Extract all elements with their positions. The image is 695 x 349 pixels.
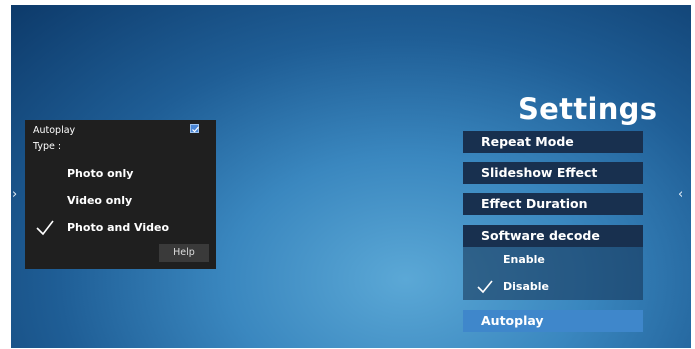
help-button[interactable]: Help: [159, 244, 209, 262]
checkbox-check-icon: [192, 126, 199, 133]
software-decode-submenu: Enable Disable: [463, 247, 643, 300]
display-background: › ‹ Settings Repeat Mode Slideshow Effec…: [11, 5, 691, 348]
type-label: Type :: [33, 141, 62, 152]
option-label: Video only: [67, 194, 133, 207]
page-title: Settings: [518, 92, 658, 126]
submenu-option-enable[interactable]: Enable: [463, 249, 643, 271]
type-option-photo-and-video[interactable]: Photo and Video: [25, 218, 216, 238]
popup-title: Autoplay: [33, 125, 76, 136]
menu-item-slideshow-effect[interactable]: Slideshow Effect: [463, 162, 643, 184]
autoplay-checkbox[interactable]: [190, 124, 199, 133]
type-option-photo-only[interactable]: Photo only: [25, 164, 216, 184]
submenu-option-label: Disable: [503, 280, 549, 293]
option-label: Photo and Video: [67, 221, 170, 234]
checkmark-icon: [36, 220, 54, 236]
option-label: Photo only: [67, 167, 134, 180]
type-option-video-only[interactable]: Video only: [25, 191, 216, 211]
menu-item-autoplay[interactable]: Autoplay: [463, 310, 643, 332]
autoplay-popup: Autoplay Type : Photo only Video only Ph…: [25, 120, 216, 269]
checkmark-icon: [477, 280, 493, 294]
chevron-right-icon[interactable]: ›: [12, 188, 17, 201]
submenu-option-disable[interactable]: Disable: [463, 276, 643, 298]
menu-item-repeat-mode[interactable]: Repeat Mode: [463, 131, 643, 153]
menu-item-effect-duration[interactable]: Effect Duration: [463, 193, 643, 215]
submenu-option-label: Enable: [503, 253, 545, 266]
menu-item-software-decode[interactable]: Software decode: [463, 225, 643, 247]
chevron-left-icon[interactable]: ‹: [678, 188, 683, 201]
